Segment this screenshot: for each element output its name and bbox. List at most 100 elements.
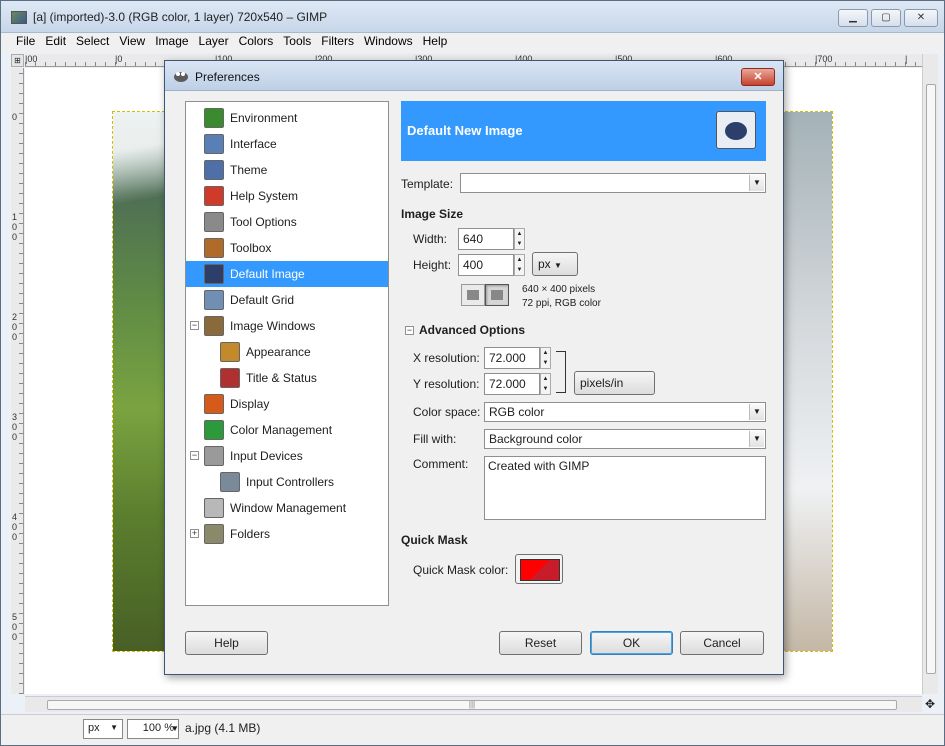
title-status-icon (220, 368, 240, 388)
default-grid-icon (204, 290, 224, 310)
menu-select[interactable]: Select (71, 33, 114, 52)
tree-item-label: Help System (230, 189, 299, 203)
tree-item-tool-options[interactable]: Tool Options (186, 209, 388, 235)
quick-mask-heading: Quick Mask (401, 533, 468, 547)
statusbar: px ▼ 100 % ▼ a.jpg (4.1 MB) (1, 714, 944, 745)
help-button[interactable]: Help (185, 631, 268, 655)
advanced-options-heading[interactable]: Advanced Options (419, 323, 525, 337)
page-header: Default New Image (401, 101, 766, 161)
menu-help[interactable]: Help (418, 33, 453, 52)
default-image-icon (204, 264, 224, 284)
ruler-tick-label: |0 (115, 54, 123, 64)
ruler-tick-label: |700 (815, 54, 833, 64)
tree-item-folders[interactable]: + Folders (186, 521, 388, 547)
tree-item-input-controllers[interactable]: Input Controllers (186, 469, 388, 495)
vertical-scroll-thumb[interactable] (926, 84, 936, 674)
advanced-options-collapse-icon[interactable]: − (405, 326, 414, 335)
window-titlebar[interactable]: [a] (imported)-3.0 (RGB color, 1 layer) … (1, 1, 944, 33)
resolution-unit-select[interactable]: pixels/in (574, 371, 655, 395)
ok-button[interactable]: OK (590, 631, 673, 655)
tree-item-environment[interactable]: Environment (186, 105, 388, 131)
tree-item-input-devices[interactable]: − Input Devices (186, 443, 388, 469)
width-input[interactable]: 640 (458, 228, 514, 250)
tree-item-image-windows[interactable]: − Image Windows (186, 313, 388, 339)
menu-image[interactable]: Image (150, 33, 193, 52)
menu-layer[interactable]: Layer (194, 33, 234, 52)
tree-item-default-image[interactable]: Default Image (186, 261, 388, 287)
size-unit-select[interactable]: px ▼ (532, 252, 578, 276)
color-space-select[interactable]: RGB color ▼ (484, 402, 766, 422)
fill-with-select[interactable]: Background color ▼ (484, 429, 766, 449)
menu-colors[interactable]: Colors (234, 33, 279, 52)
ruler-tick-label: 0 (12, 112, 18, 122)
tree-item-theme[interactable]: Theme (186, 157, 388, 183)
x-resolution-spinner[interactable]: ▲ ▼ (540, 347, 551, 369)
dialog-close-button[interactable]: ✕ (741, 68, 775, 86)
expand-icon[interactable]: + (190, 529, 199, 538)
y-resolution-spinner[interactable]: ▲ ▼ (540, 373, 551, 395)
color-space-label: Color space: (413, 405, 481, 419)
menu-windows[interactable]: Windows (359, 33, 418, 52)
comment-textarea[interactable]: Created with GIMP (484, 456, 766, 520)
collapse-icon[interactable]: − (190, 321, 199, 330)
ruler-tick-label: 500 (12, 612, 18, 642)
menu-filters[interactable]: Filters (316, 33, 359, 52)
color-management-icon (204, 420, 224, 440)
collapse-icon[interactable]: − (190, 451, 199, 460)
gimp-wilber-icon (174, 72, 188, 82)
reset-button[interactable]: Reset (499, 631, 582, 655)
template-select[interactable]: ▼ (460, 173, 766, 193)
vertical-scrollbar[interactable] (922, 54, 938, 694)
tree-item-title-status[interactable]: Title & Status (186, 365, 388, 391)
cancel-button[interactable]: Cancel (680, 631, 764, 655)
tree-item-display[interactable]: Display (186, 391, 388, 417)
dialog-titlebar[interactable]: Preferences ✕ (165, 61, 783, 91)
tree-item-label: Image Windows (230, 319, 316, 333)
unit-select[interactable]: px ▼ (83, 719, 123, 739)
height-spinner[interactable]: ▲ ▼ (514, 254, 525, 276)
quick-mask-color-button[interactable] (515, 554, 563, 584)
ruler-tick-label: 200 (12, 312, 18, 342)
width-spinner[interactable]: ▲ ▼ (514, 228, 525, 250)
ruler-corner-button[interactable]: ⊞ (11, 54, 24, 67)
chain-link-icon[interactable] (556, 351, 566, 393)
maximize-button[interactable]: ▢ (871, 9, 901, 27)
tool-options-icon (204, 212, 224, 232)
height-input[interactable]: 400 (458, 254, 514, 276)
image-size-info: 640 × 400 pixels (522, 284, 596, 295)
x-resolution-input[interactable]: 72.000 (484, 347, 540, 369)
landscape-button[interactable] (485, 284, 509, 306)
menubar: File Edit Select View Image Layer Colors Tools F… (1, 33, 944, 52)
menu-view[interactable]: View (114, 33, 150, 52)
tree-item-default-grid[interactable]: Default Grid (186, 287, 388, 313)
tree-item-label: Display (230, 397, 270, 411)
window-management-icon (204, 498, 224, 518)
navigate-icon[interactable]: ✥ (922, 696, 938, 712)
chevron-down-icon: ▼ (749, 431, 764, 447)
y-resolution-input[interactable]: 72.000 (484, 373, 540, 395)
tree-item-color-management[interactable]: Color Management (186, 417, 388, 443)
horizontal-scroll-thumb[interactable]: ||| (47, 700, 897, 710)
tree-item-toolbox[interactable]: Toolbox (186, 235, 388, 261)
tree-item-interface[interactable]: Interface (186, 131, 388, 157)
default-image-page: Default New Image Template: ▼ Image Size… (401, 101, 766, 606)
status-message: a.jpg (4.1 MB) (185, 721, 261, 735)
minimize-button[interactable]: ▁ (838, 9, 868, 27)
portrait-button[interactable] (461, 284, 485, 306)
tree-item-label: Title & Status (246, 371, 317, 385)
tree-item-appearance[interactable]: Appearance (186, 339, 388, 365)
menu-edit[interactable]: Edit (40, 33, 71, 52)
chevron-down-icon[interactable]: ▼ (171, 724, 179, 733)
tree-item-label: Tool Options (230, 215, 297, 229)
dialog-title: Preferences (195, 70, 260, 84)
horizontal-scrollbar[interactable]: ||| (25, 696, 922, 712)
input-devices-icon (204, 446, 224, 466)
menu-file[interactable]: File (11, 33, 40, 52)
close-button[interactable]: ✕ (904, 9, 938, 27)
fill-with-label: Fill with: (413, 432, 457, 446)
tree-item-window-management[interactable]: Window Management (186, 495, 388, 521)
tree-item-label: Theme (230, 163, 268, 177)
tree-item-help-system[interactable]: Help System (186, 183, 388, 209)
window-title: [a] (imported)-3.0 (RGB color, 1 layer) … (33, 10, 328, 24)
menu-tools[interactable]: Tools (278, 33, 316, 52)
